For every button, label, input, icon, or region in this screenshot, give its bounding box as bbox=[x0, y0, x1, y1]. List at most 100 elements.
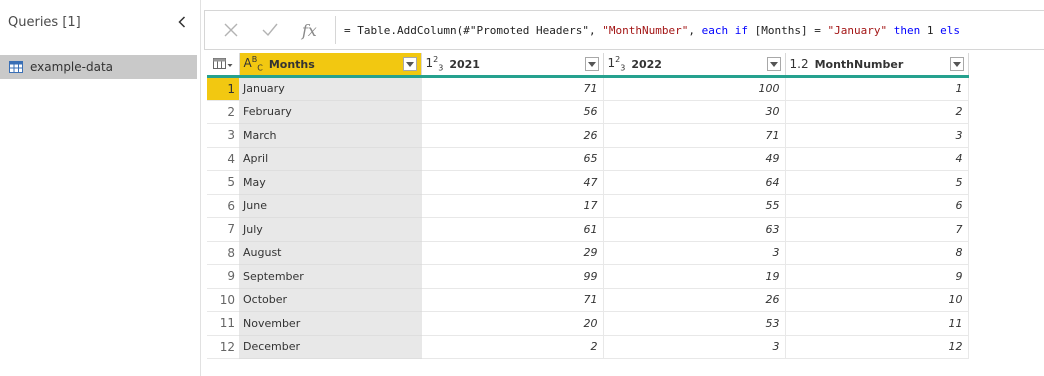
cell-monthnumber[interactable]: 1 bbox=[785, 76, 969, 101]
cell-2022[interactable]: 53 bbox=[603, 311, 786, 336]
cell-2022[interactable]: 3 bbox=[603, 241, 786, 265]
table-row[interactable]: 1 January 71 100 1 bbox=[207, 76, 969, 101]
cell-months[interactable]: July bbox=[239, 217, 422, 242]
formula-token: "MonthNumber" bbox=[602, 23, 689, 37]
cell-months[interactable]: August bbox=[239, 241, 422, 265]
cell-2021[interactable]: 61 bbox=[421, 217, 604, 242]
table-menu-corner[interactable] bbox=[207, 53, 240, 78]
column-header-monthnumber[interactable]: 1.2 MonthNumber bbox=[785, 53, 969, 78]
table-row[interactable]: 5 May 47 64 5 bbox=[207, 170, 969, 195]
cell-monthnumber[interactable]: 9 bbox=[785, 264, 969, 289]
table-row[interactable]: 7 July 61 63 7 bbox=[207, 217, 969, 242]
cell-monthnumber[interactable]: 10 bbox=[785, 288, 969, 312]
cell-2021[interactable]: 29 bbox=[421, 241, 604, 265]
column-filter-button[interactable] bbox=[949, 57, 964, 71]
row-number[interactable]: 9 bbox=[207, 264, 239, 289]
cell-monthnumber[interactable]: 11 bbox=[785, 311, 969, 336]
cell-months[interactable]: June bbox=[239, 194, 422, 218]
cell-2022[interactable]: 100 bbox=[603, 76, 786, 101]
table-row[interactable]: 4 April 65 49 4 bbox=[207, 147, 969, 171]
cell-2022[interactable]: 3 bbox=[603, 335, 786, 359]
row-number[interactable]: 11 bbox=[207, 311, 239, 336]
cell-2021[interactable]: 65 bbox=[421, 147, 604, 171]
cell-2022[interactable]: 30 bbox=[603, 100, 786, 124]
column-filter-button[interactable] bbox=[584, 57, 599, 71]
cell-months[interactable]: September bbox=[239, 264, 422, 289]
cell-months[interactable]: December bbox=[239, 335, 422, 359]
cell-months[interactable]: March bbox=[239, 123, 422, 148]
column-header-months[interactable]: ABC Months bbox=[239, 53, 422, 78]
cell-2021[interactable]: 56 bbox=[421, 100, 604, 124]
cell-months[interactable]: October bbox=[239, 288, 422, 312]
table-row[interactable]: 11 November 20 53 11 bbox=[207, 311, 969, 336]
row-number[interactable]: 8 bbox=[207, 241, 239, 265]
table-row[interactable]: 8 August 29 3 8 bbox=[207, 241, 969, 265]
cell-2022[interactable]: 19 bbox=[603, 264, 786, 289]
cell-2021[interactable]: 71 bbox=[421, 76, 604, 101]
table-row[interactable]: 2 February 56 30 2 bbox=[207, 100, 969, 124]
column-header-2021[interactable]: 123 2021 bbox=[421, 53, 604, 78]
cell-2021[interactable]: 71 bbox=[421, 288, 604, 312]
cell-2022[interactable]: 49 bbox=[603, 147, 786, 171]
cell-2021[interactable]: 47 bbox=[421, 170, 604, 195]
column-header-2022[interactable]: 123 2022 bbox=[603, 53, 786, 78]
table-row[interactable]: 10 October 71 26 10 bbox=[207, 288, 969, 312]
cell-2021[interactable]: 2 bbox=[421, 335, 604, 359]
cancel-formula-button[interactable] bbox=[218, 17, 244, 43]
cell-2022[interactable]: 26 bbox=[603, 288, 786, 312]
column-header-label: MonthNumber bbox=[814, 57, 904, 71]
formula-input[interactable]: = Table.AddColumn(#"Promoted Headers", "… bbox=[335, 16, 1044, 44]
column-filter-button[interactable] bbox=[766, 57, 781, 71]
cell-monthnumber[interactable]: 6 bbox=[785, 194, 969, 218]
cell-2022[interactable]: 64 bbox=[603, 170, 786, 195]
formula-token: "January" bbox=[827, 23, 888, 37]
cell-months[interactable]: April bbox=[239, 147, 422, 171]
cell-monthnumber[interactable]: 8 bbox=[785, 241, 969, 265]
row-number[interactable]: 3 bbox=[207, 123, 239, 148]
table-row[interactable]: 9 September 99 19 9 bbox=[207, 264, 969, 289]
row-number[interactable]: 10 bbox=[207, 288, 239, 312]
cell-2022[interactable]: 71 bbox=[603, 123, 786, 148]
cell-monthnumber[interactable]: 12 bbox=[785, 335, 969, 359]
cell-months[interactable]: May bbox=[239, 170, 422, 195]
row-number[interactable]: 7 bbox=[207, 217, 239, 242]
cell-monthnumber[interactable]: 7 bbox=[785, 217, 969, 242]
cell-months[interactable]: November bbox=[239, 311, 422, 336]
row-number[interactable]: 4 bbox=[207, 147, 239, 171]
row-number[interactable]: 2 bbox=[207, 100, 239, 124]
cell-2022[interactable]: 63 bbox=[603, 217, 786, 242]
table-icon bbox=[9, 61, 23, 73]
cell-monthnumber[interactable]: 4 bbox=[785, 147, 969, 171]
queries-header: Queries [1] bbox=[0, 0, 200, 44]
text-type-icon[interactable]: ABC bbox=[244, 55, 263, 72]
row-number[interactable]: 1 bbox=[207, 76, 239, 101]
cell-2021[interactable]: 20 bbox=[421, 311, 604, 336]
query-item-example-data[interactable]: example-data bbox=[0, 55, 197, 79]
formula-token: 1 bbox=[920, 23, 941, 37]
cell-monthnumber[interactable]: 2 bbox=[785, 100, 969, 124]
commit-formula-button[interactable] bbox=[257, 17, 283, 43]
row-number[interactable]: 12 bbox=[207, 335, 239, 359]
table-row[interactable]: 12 December 2 3 12 bbox=[207, 335, 969, 359]
cell-2021[interactable]: 26 bbox=[421, 123, 604, 148]
check-icon bbox=[262, 23, 278, 37]
cell-months[interactable]: January bbox=[239, 76, 422, 101]
table-row[interactable]: 3 March 26 71 3 bbox=[207, 123, 969, 148]
table-row[interactable]: 6 June 17 55 6 bbox=[207, 194, 969, 218]
cell-2022[interactable]: 55 bbox=[603, 194, 786, 218]
column-filter-button[interactable] bbox=[402, 57, 417, 71]
decimal-type-icon[interactable]: 1.2 bbox=[790, 57, 809, 71]
cell-monthnumber[interactable]: 5 bbox=[785, 170, 969, 195]
cell-2021[interactable]: 17 bbox=[421, 194, 604, 218]
fx-icon: fx bbox=[301, 20, 317, 40]
insert-function-button[interactable]: fx bbox=[296, 17, 322, 43]
grid-header-row: ABC Months 123 2021 123 2022 1.2 MonthNu… bbox=[207, 53, 969, 78]
whole-number-type-icon[interactable]: 123 bbox=[426, 55, 444, 72]
cell-months[interactable]: February bbox=[239, 100, 422, 124]
collapse-queries-button[interactable] bbox=[174, 12, 190, 32]
cell-2021[interactable]: 99 bbox=[421, 264, 604, 289]
whole-number-type-icon[interactable]: 123 bbox=[608, 55, 626, 72]
row-number[interactable]: 5 bbox=[207, 170, 239, 195]
row-number[interactable]: 6 bbox=[207, 194, 239, 218]
cell-monthnumber[interactable]: 3 bbox=[785, 123, 969, 148]
